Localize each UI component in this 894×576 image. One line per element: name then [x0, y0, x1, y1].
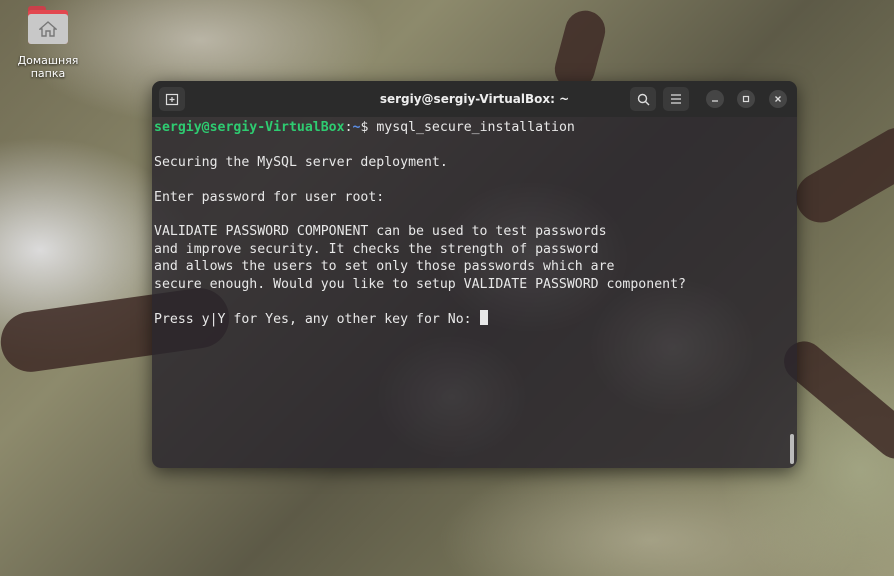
maximize-icon [742, 95, 750, 103]
input-prompt-text: Press y|Y for Yes, any other key for No: [154, 312, 480, 328]
new-tab-icon [165, 93, 179, 106]
home-folder-label: Домашняя папка [17, 54, 79, 80]
scrollbar[interactable] [790, 434, 794, 464]
input-prompt-line[interactable]: Press y|Y for Yes, any other key for No: [154, 310, 797, 327]
command-text: mysql_secure_installation [376, 120, 575, 135]
output-line: secure enough. Would you like to setup V… [154, 276, 686, 292]
text-cursor [479, 310, 488, 326]
background-branch [786, 118, 894, 232]
terminal-window[interactable]: sergiy@sergiy-VirtualBox: ~ sergiy@sergi… [152, 81, 797, 468]
new-tab-button[interactable] [159, 87, 185, 111]
home-folder-icon [26, 4, 70, 44]
search-icon [637, 93, 649, 105]
home-icon [28, 14, 68, 44]
maximize-button[interactable] [737, 90, 755, 108]
desktop-home-folder[interactable]: Домашняя папка [0, 4, 96, 80]
terminal-output[interactable]: sergiy@sergiy-VirtualBox:~$ mysql_secure… [152, 117, 797, 468]
output-line: and improve security. It checks the stre… [154, 241, 599, 257]
menu-button[interactable] [663, 87, 689, 111]
close-icon [775, 96, 781, 102]
window-title: sergiy@sergiy-VirtualBox: ~ [379, 92, 570, 106]
minimize-icon [712, 100, 718, 102]
output-line: VALIDATE PASSWORD COMPONENT can be used … [154, 224, 607, 240]
minimize-button[interactable] [706, 90, 724, 108]
terminal-titlebar[interactable]: sergiy@sergiy-VirtualBox: ~ [152, 81, 797, 117]
output-line: and allows the users to set only those p… [154, 259, 615, 275]
prompt-symbol: $ [360, 120, 377, 135]
output-line: Securing the MySQL server deployment. [154, 154, 448, 170]
hamburger-menu-icon [671, 94, 681, 104]
output-line: Enter password for user root: [154, 189, 385, 205]
prompt-user: sergiy@sergiy-VirtualBox [154, 120, 345, 135]
command-line: sergiy@sergiy-VirtualBox:~$ mysql_secure… [154, 119, 797, 136]
close-button[interactable] [769, 90, 787, 108]
prompt-separator: : [344, 120, 353, 135]
search-button[interactable] [630, 87, 656, 111]
